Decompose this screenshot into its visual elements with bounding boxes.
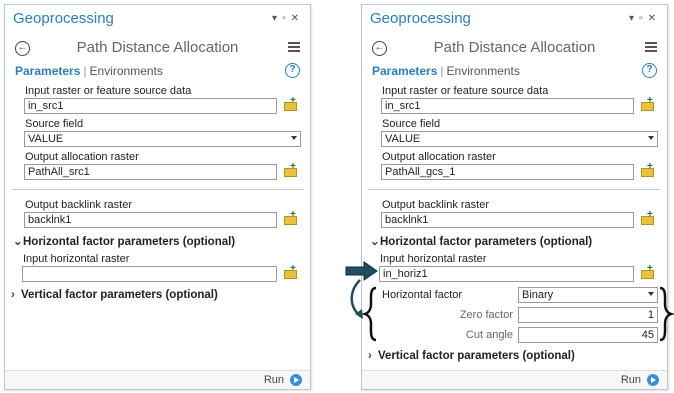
pane-options-icon[interactable]: ▾ [629,13,639,24]
tool-title: Path Distance Allocation [76,39,239,56]
pane-title: Geoprocessing [13,10,114,27]
chevron-right-icon: › [11,289,15,301]
source-field-label: Source field [25,118,84,130]
window-controls: ▾▫✕ [272,13,304,24]
chevron-right-icon: › [368,350,372,362]
output-backlink-label: Output backlink raster [25,199,132,211]
chevron-down-icon: ⌄ [370,236,380,248]
source-field-value: VALUE [28,133,64,145]
window-controls: ▾▫✕ [629,13,661,24]
output-allocation-field[interactable]: PathAll_gcs_1 [381,164,634,180]
divider [11,189,304,190]
zero-factor-label: Zero factor [459,309,513,321]
browse-folder-icon[interactable]: + [284,264,297,279]
help-icon[interactable]: ? [285,63,300,78]
vertical-factor-group[interactable]: › Vertical factor parameters (optional) [368,350,575,362]
input-horizontal-field[interactable]: in_horiz1 [379,266,634,282]
source-field-select[interactable]: VALUE [24,131,301,147]
output-allocation-field[interactable]: PathAll_src1 [24,164,277,180]
pane-options-icon[interactable]: ▾ [272,13,282,24]
tab-environments[interactable]: Environments [90,64,163,78]
run-label[interactable]: Run [621,374,641,386]
chevron-down-icon [648,292,654,296]
browse-folder-icon[interactable]: + [641,162,654,177]
input-horizontal-label: Input horizontal raster [380,253,487,265]
tool-title: Path Distance Allocation [433,39,596,56]
browse-folder-icon[interactable]: + [641,210,654,225]
maximize-icon[interactable]: ▫ [639,13,648,24]
zero-factor-field[interactable]: 1 [518,307,658,323]
input-raster-field[interactable]: in_src1 [381,98,634,114]
input-raster-label: Input raster or feature source data [382,85,549,97]
tab-separator: | [83,64,87,78]
source-field-value: VALUE [385,133,421,145]
pane-title: Geoprocessing [370,10,471,27]
geoprocessing-pane-before: Geoprocessing ▾▫✕ ← Path Distance Alloca… [4,4,311,390]
run-play-icon[interactable] [290,374,302,386]
annotation-curve-icon [350,279,361,317]
menu-icon[interactable] [288,42,300,52]
cut-angle-field[interactable]: 45 [518,327,658,343]
vertical-group-label: Vertical factor parameters (optional) [378,350,575,362]
close-icon[interactable]: ✕ [291,13,304,24]
chevron-down-icon [291,136,297,140]
browse-folder-icon[interactable]: + [284,96,297,111]
browse-folder-icon[interactable]: + [641,264,654,279]
tab-parameters[interactable]: Parameters [372,64,437,78]
chevron-down-icon: ⌄ [13,236,23,248]
maximize-icon[interactable]: ▫ [282,13,291,24]
horizontal-factor-select[interactable]: Binary [518,287,658,303]
tab-bar: Parameters | Environments [372,64,520,78]
tab-parameters[interactable]: Parameters [15,64,80,78]
horizontal-factor-group[interactable]: ⌄Horizontal factor parameters (optional) [370,234,592,248]
divider [368,189,661,190]
source-field-select[interactable]: VALUE [381,131,658,147]
browse-folder-icon[interactable]: + [284,162,297,177]
horizontal-factor-value: Binary [522,289,554,301]
pane-footer: Run [362,370,667,389]
browse-folder-icon[interactable]: + [284,210,297,225]
horizontal-factor-group[interactable]: ⌄Horizontal factor parameters (optional) [13,234,235,248]
pane-footer: Run [5,370,310,389]
back-arrow-icon[interactable]: ← [372,41,387,56]
horizontal-group-label: Horizontal factor parameters (optional) [380,236,593,248]
geoprocessing-pane-after: Geoprocessing ▾▫✕ ← Path Distance Alloca… [361,4,668,390]
input-raster-field[interactable]: in_src1 [24,98,277,114]
close-icon[interactable]: ✕ [648,13,661,24]
run-label[interactable]: Run [264,374,284,386]
cut-angle-label: Cut angle [465,329,513,341]
output-backlink-field[interactable]: backlnk1 [381,212,634,228]
browse-folder-icon[interactable]: + [641,96,654,111]
tab-separator: | [440,64,444,78]
vertical-group-label: Vertical factor parameters (optional) [21,289,218,301]
output-allocation-label: Output allocation raster [382,151,496,163]
input-horizontal-field[interactable] [22,266,277,282]
horizontal-factor-label: Horizontal factor [382,289,463,301]
input-horizontal-label: Input horizontal raster [23,253,130,265]
menu-icon[interactable] [645,42,657,52]
horizontal-group-label: Horizontal factor parameters (optional) [23,236,236,248]
run-play-icon[interactable] [647,374,659,386]
help-icon[interactable]: ? [642,63,657,78]
back-arrow-icon[interactable]: ← [15,41,30,56]
source-field-label: Source field [382,118,441,130]
output-backlink-field[interactable]: backlnk1 [24,212,277,228]
chevron-down-icon [648,136,654,140]
input-raster-label: Input raster or feature source data [25,85,192,97]
tab-environments[interactable]: Environments [447,64,520,78]
vertical-factor-group[interactable]: › Vertical factor parameters (optional) [11,289,218,301]
tab-bar: Parameters | Environments [15,64,163,78]
output-backlink-label: Output backlink raster [382,199,489,211]
output-allocation-label: Output allocation raster [25,151,139,163]
